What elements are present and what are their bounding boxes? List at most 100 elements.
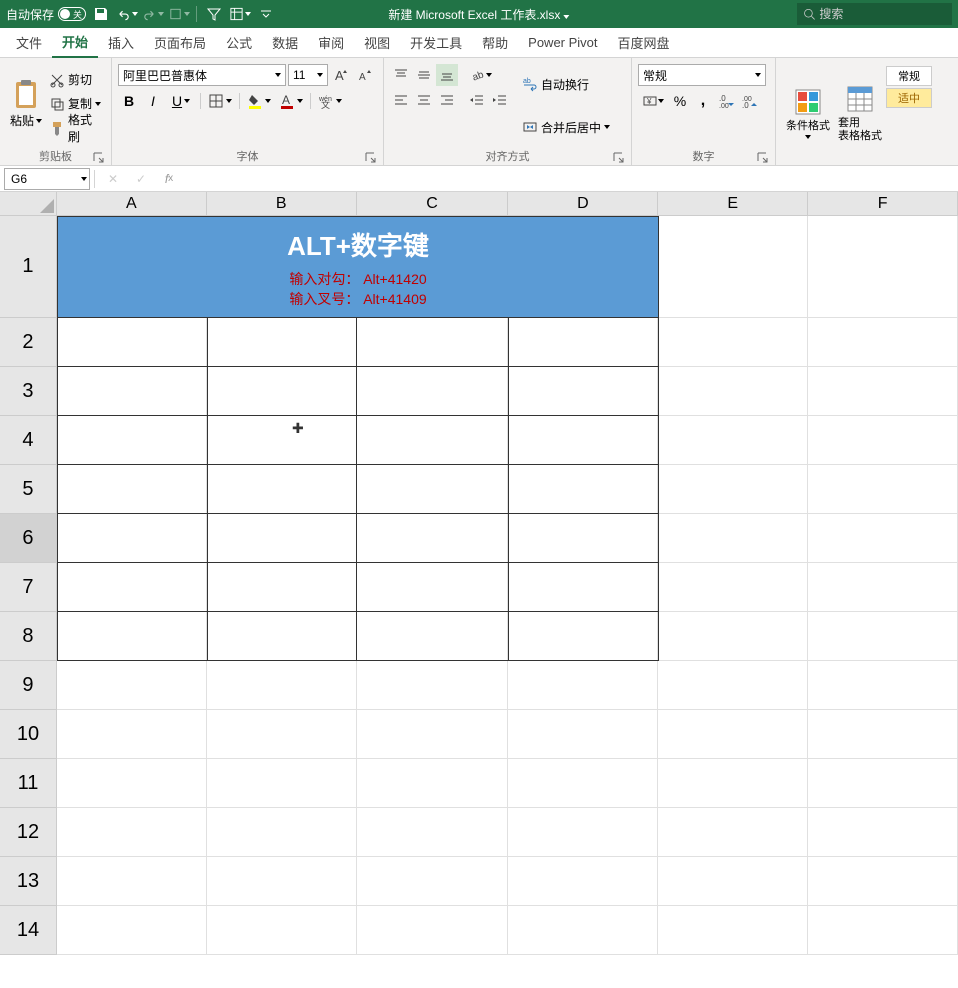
cell[interactable] <box>357 661 509 710</box>
cell[interactable] <box>658 906 808 955</box>
row-header[interactable]: 12 <box>0 808 57 857</box>
increase-indent-icon[interactable] <box>489 89 511 111</box>
table-cell[interactable] <box>509 318 659 367</box>
column-header[interactable]: F <box>808 192 958 216</box>
formula-input[interactable] <box>183 168 958 190</box>
phonetic-button[interactable]: wén文 <box>315 90 345 112</box>
tab-view[interactable]: 视图 <box>354 28 400 58</box>
align-center-icon[interactable] <box>413 89 435 111</box>
row-header[interactable]: 10 <box>0 710 57 759</box>
row-header[interactable]: 6 <box>0 514 57 563</box>
tab-power[interactable]: Power Pivot <box>518 28 607 58</box>
cell[interactable] <box>658 514 808 563</box>
table-format-button[interactable]: 套用 表格格式 <box>834 60 886 165</box>
cell[interactable] <box>357 906 509 955</box>
italic-button[interactable]: I <box>142 90 164 112</box>
cell[interactable] <box>808 318 958 367</box>
cell[interactable] <box>658 216 808 318</box>
tab-file[interactable]: 文件 <box>6 28 52 58</box>
search-box[interactable] <box>797 3 952 25</box>
cell[interactable] <box>508 857 658 906</box>
dialog-launcher-icon[interactable] <box>756 151 769 164</box>
cell[interactable] <box>57 710 207 759</box>
table-cell[interactable] <box>58 514 208 563</box>
cell[interactable] <box>658 416 808 465</box>
table-cell[interactable] <box>58 563 208 612</box>
cell[interactable] <box>658 857 808 906</box>
dialog-launcher-icon[interactable] <box>364 151 377 164</box>
row-header[interactable]: 1 <box>0 216 57 318</box>
align-left-icon[interactable] <box>390 89 412 111</box>
fx-icon[interactable]: fx <box>155 168 183 190</box>
tab-layout[interactable]: 页面布局 <box>144 28 216 58</box>
table-cell[interactable] <box>509 612 659 661</box>
decrease-decimal-icon[interactable]: .00.0 <box>738 90 760 112</box>
customize-qa-icon[interactable] <box>255 3 277 25</box>
autosave-toggle[interactable]: 自动保存 关 <box>6 6 86 23</box>
table-cell[interactable] <box>58 367 208 416</box>
dialog-launcher-icon[interactable] <box>612 151 625 164</box>
format-painter-button[interactable]: 格式刷 <box>46 117 105 139</box>
row-header[interactable]: 3 <box>0 367 57 416</box>
redo-icon[interactable] <box>142 3 164 25</box>
cell[interactable] <box>658 563 808 612</box>
cell[interactable] <box>658 808 808 857</box>
increase-decimal-icon[interactable]: .0.00 <box>715 90 737 112</box>
currency-button[interactable]: ¥ <box>638 90 668 112</box>
cell[interactable] <box>808 563 958 612</box>
cancel-formula-icon[interactable]: ✕ <box>99 168 127 190</box>
cell[interactable] <box>207 661 357 710</box>
table-cell[interactable] <box>58 465 208 514</box>
comma-button[interactable]: , <box>692 90 714 112</box>
name-box[interactable]: G6 <box>4 168 90 190</box>
table-cell[interactable] <box>357 612 509 661</box>
column-header[interactable]: D <box>508 192 658 216</box>
table-cell[interactable] <box>357 563 509 612</box>
cell[interactable] <box>357 857 509 906</box>
cell[interactable] <box>357 759 509 808</box>
cell[interactable] <box>808 612 958 661</box>
enter-formula-icon[interactable]: ✓ <box>127 168 155 190</box>
cell[interactable] <box>658 759 808 808</box>
cell[interactable] <box>207 808 357 857</box>
row-header[interactable]: 2 <box>0 318 57 367</box>
cut-button[interactable]: 剪切 <box>46 69 105 91</box>
merged-header-cell[interactable]: ALT+数字键输入对勾： Alt+41420输入叉号： Alt+41409 <box>57 216 659 318</box>
table-cell[interactable] <box>509 514 659 563</box>
spreadsheet-grid[interactable]: ABCDEF1234567891011121314ALT+数字键输入对勾： Al… <box>0 192 958 955</box>
cell[interactable] <box>207 710 357 759</box>
cell[interactable] <box>808 906 958 955</box>
cell[interactable] <box>57 808 207 857</box>
cell[interactable] <box>357 710 509 759</box>
table-cell[interactable] <box>208 465 358 514</box>
table-cell[interactable] <box>509 465 659 514</box>
cell[interactable] <box>808 808 958 857</box>
row-header[interactable]: 4 <box>0 416 57 465</box>
table-cell[interactable] <box>509 416 659 465</box>
cell[interactable] <box>658 465 808 514</box>
fill-color-button[interactable] <box>244 90 274 112</box>
font-color-button[interactable]: A <box>276 90 306 112</box>
dialog-launcher-icon[interactable] <box>92 151 105 164</box>
row-header[interactable]: 14 <box>0 906 57 955</box>
cell[interactable] <box>207 759 357 808</box>
tab-help[interactable]: 帮助 <box>472 28 518 58</box>
cell[interactable] <box>808 759 958 808</box>
table-cell[interactable] <box>357 416 509 465</box>
column-header[interactable]: C <box>357 192 509 216</box>
table-cell[interactable] <box>58 612 208 661</box>
table-cell[interactable] <box>357 514 509 563</box>
align-right-icon[interactable] <box>436 89 458 111</box>
increase-font-icon[interactable]: A <box>330 64 352 86</box>
table-cell[interactable] <box>208 514 358 563</box>
search-input[interactable] <box>819 7 946 21</box>
tab-data[interactable]: 数据 <box>262 28 308 58</box>
table-cell[interactable] <box>509 367 659 416</box>
tab-insert[interactable]: 插入 <box>98 28 144 58</box>
cell[interactable] <box>658 612 808 661</box>
table-cell[interactable] <box>357 465 509 514</box>
cell[interactable] <box>57 661 207 710</box>
filter-icon[interactable] <box>203 3 225 25</box>
bold-button[interactable]: B <box>118 90 140 112</box>
table-cell[interactable] <box>208 318 358 367</box>
